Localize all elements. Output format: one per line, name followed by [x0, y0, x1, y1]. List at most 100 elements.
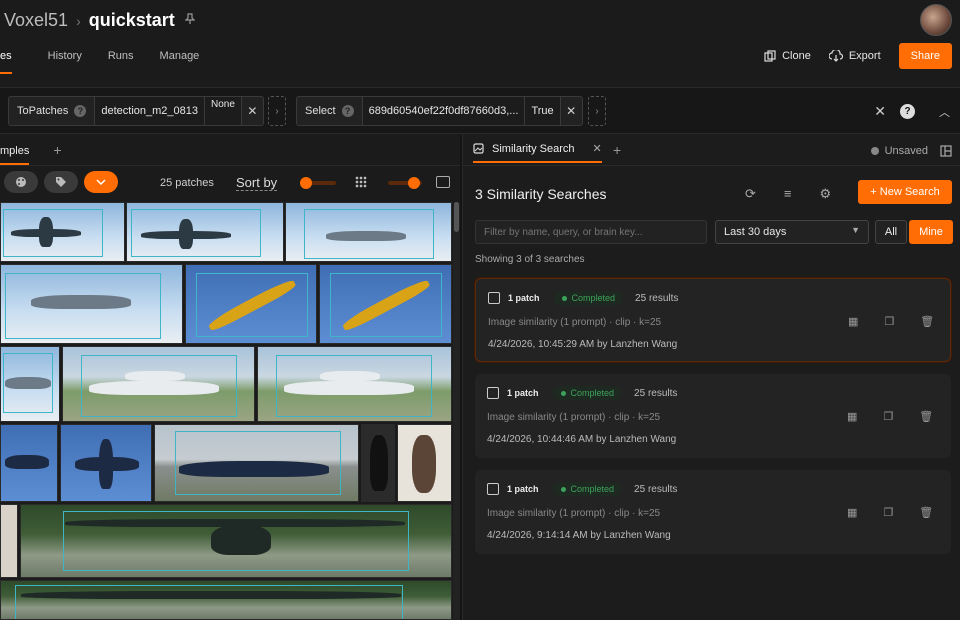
add-stage-button[interactable]: › — [268, 96, 286, 126]
grid-tile[interactable] — [0, 202, 125, 262]
panel-tabs: Similarity Search ✕ + Unsaved — [463, 134, 960, 166]
grid-tile[interactable] — [285, 202, 452, 262]
date-range-value: Last 30 days — [724, 226, 787, 238]
grid-tile[interactable] — [126, 202, 284, 262]
slider-knob[interactable] — [408, 177, 420, 189]
card-header: 1 patch Completed 25 results — [487, 386, 677, 400]
options-dropdown-button[interactable] — [84, 171, 118, 193]
grid-tile[interactable] — [0, 346, 60, 422]
tab-samples-panel[interactable]: mples — [0, 145, 30, 165]
copy-icon[interactable]: ❐ — [883, 410, 893, 423]
grid-toolbar: 25 patches Sort by — [0, 166, 460, 200]
trash-icon[interactable]: 🗑 — [919, 506, 933, 519]
scrollbar-thumb[interactable] — [454, 202, 459, 232]
grid-view-icon[interactable]: ▦ — [847, 410, 857, 423]
tab-history[interactable]: History — [48, 50, 82, 74]
dataset-name[interactable]: quickstart — [89, 10, 175, 31]
stage-param-ids[interactable]: 689d60540ef22f0df87660d3,... — [361, 97, 525, 125]
search-filter-input[interactable] — [475, 220, 707, 244]
new-search-button[interactable]: + New Search — [858, 180, 952, 204]
add-stage-button[interactable]: › — [588, 96, 606, 126]
export-button[interactable]: Export — [828, 50, 881, 62]
close-icon[interactable]: ✕ — [593, 142, 602, 155]
showing-count: Showing 3 of 3 searches — [475, 254, 585, 265]
sort-slider[interactable] — [300, 177, 336, 189]
grid-view-icon[interactable]: ▦ — [848, 315, 858, 328]
bounding-box — [196, 273, 308, 337]
grid-view-icon[interactable]: ▦ — [847, 506, 857, 519]
clone-label: Clone — [782, 50, 811, 62]
grid-tile[interactable] — [20, 504, 452, 578]
palette-icon — [16, 177, 26, 187]
help-icon[interactable]: ? — [341, 105, 354, 117]
grid-tile[interactable] — [0, 504, 18, 578]
date-range-select[interactable]: Last 30 days ▼ — [715, 220, 869, 244]
tab-similarity-search[interactable]: Similarity Search ✕ — [473, 142, 602, 163]
list-icon[interactable]: ≡ — [784, 186, 792, 202]
grid-tile[interactable] — [154, 424, 359, 502]
color-palette-button[interactable] — [4, 171, 38, 193]
clear-view-icon[interactable]: ✕ — [874, 103, 886, 120]
search-card[interactable]: 1 patch Completed 25 results Image simil… — [475, 278, 951, 362]
tag-button[interactable] — [44, 171, 78, 193]
scope-all-button[interactable]: All — [875, 220, 907, 244]
search-card[interactable]: 1 patch Completed 25 results Image simil… — [475, 374, 951, 458]
patch-count: 1 patch — [507, 484, 539, 494]
org-name[interactable]: Voxel51 — [4, 10, 68, 31]
grid-tile[interactable] — [257, 346, 452, 422]
breadcrumb: Voxel51 › quickstart — [4, 10, 196, 31]
status-dot — [560, 390, 566, 396]
stage-param-ordered[interactable]: True — [524, 97, 560, 125]
help-icon[interactable]: ? — [74, 105, 87, 117]
grid-tile[interactable] — [62, 346, 255, 422]
status-badge: Completed — [552, 386, 623, 400]
search-meta: 4/24/2026, 9:14:14 AM by Lanzhen Wang — [487, 530, 671, 541]
tab-manage[interactable]: Manage — [160, 50, 200, 74]
grid-tile[interactable] — [185, 264, 317, 344]
copy-icon[interactable]: ❐ — [884, 315, 894, 328]
collapse-icon[interactable]: ︿ — [939, 104, 950, 120]
tab-samples[interactable]: es — [0, 50, 12, 74]
remove-stage-icon[interactable]: ✕ — [559, 97, 582, 125]
avatar[interactable] — [920, 4, 952, 36]
slider-knob[interactable] — [300, 177, 312, 189]
grid-scrollbar[interactable] — [453, 202, 460, 620]
scope-mine-button[interactable]: Mine — [909, 220, 953, 244]
grid-tile[interactable] — [0, 264, 183, 344]
share-button[interactable]: Share — [898, 43, 952, 69]
refresh-icon[interactable]: ⟳ — [745, 186, 756, 202]
plane-shape — [99, 439, 113, 489]
add-panel-icon[interactable]: + — [613, 142, 621, 158]
status-badge: Completed — [552, 482, 623, 496]
stage-param-field[interactable]: detection_m2_0813 — [94, 97, 205, 125]
stage-select[interactable]: Select ? 689d60540ef22f0df87660d3,... Tr… — [296, 96, 583, 126]
clone-button[interactable]: Clone — [764, 50, 811, 62]
sort-by-button[interactable]: Sort by — [236, 175, 278, 191]
grid-tile[interactable] — [0, 580, 452, 620]
grid-tile[interactable] — [60, 424, 152, 502]
grid-tile[interactable] — [397, 424, 452, 502]
status-label: Completed — [570, 484, 615, 494]
copy-icon[interactable]: ❐ — [883, 506, 893, 519]
tab-runs[interactable]: Runs — [108, 50, 134, 74]
status-dot — [870, 147, 879, 155]
stage-to-patches[interactable]: ToPatches ? detection_m2_0813 None ✕ — [8, 96, 264, 126]
fullscreen-icon[interactable] — [436, 176, 450, 188]
search-card[interactable]: 1 patch Completed 25 results Image simil… — [475, 470, 951, 554]
panel-heading-actions: ⟳ ≡ ⚙ — [745, 186, 831, 202]
grid-tile[interactable] — [361, 424, 395, 502]
pin-icon[interactable] — [184, 13, 196, 28]
gear-icon[interactable]: ⚙ — [820, 186, 832, 202]
zoom-slider[interactable] — [388, 177, 422, 189]
remove-stage-icon[interactable]: ✕ — [240, 97, 263, 125]
stage-param-config[interactable]: None — [204, 97, 241, 125]
grid-tile[interactable] — [319, 264, 452, 344]
bounding-box — [330, 273, 442, 337]
grid-tile[interactable] — [0, 424, 58, 502]
grid-icon[interactable] — [355, 176, 367, 188]
add-panel-icon[interactable]: + — [53, 142, 61, 158]
trash-icon[interactable]: 🗑 — [920, 315, 934, 328]
status-dot — [561, 295, 567, 301]
trash-icon[interactable]: 🗑 — [919, 410, 933, 423]
help-circle-icon[interactable]: ? — [900, 104, 915, 119]
